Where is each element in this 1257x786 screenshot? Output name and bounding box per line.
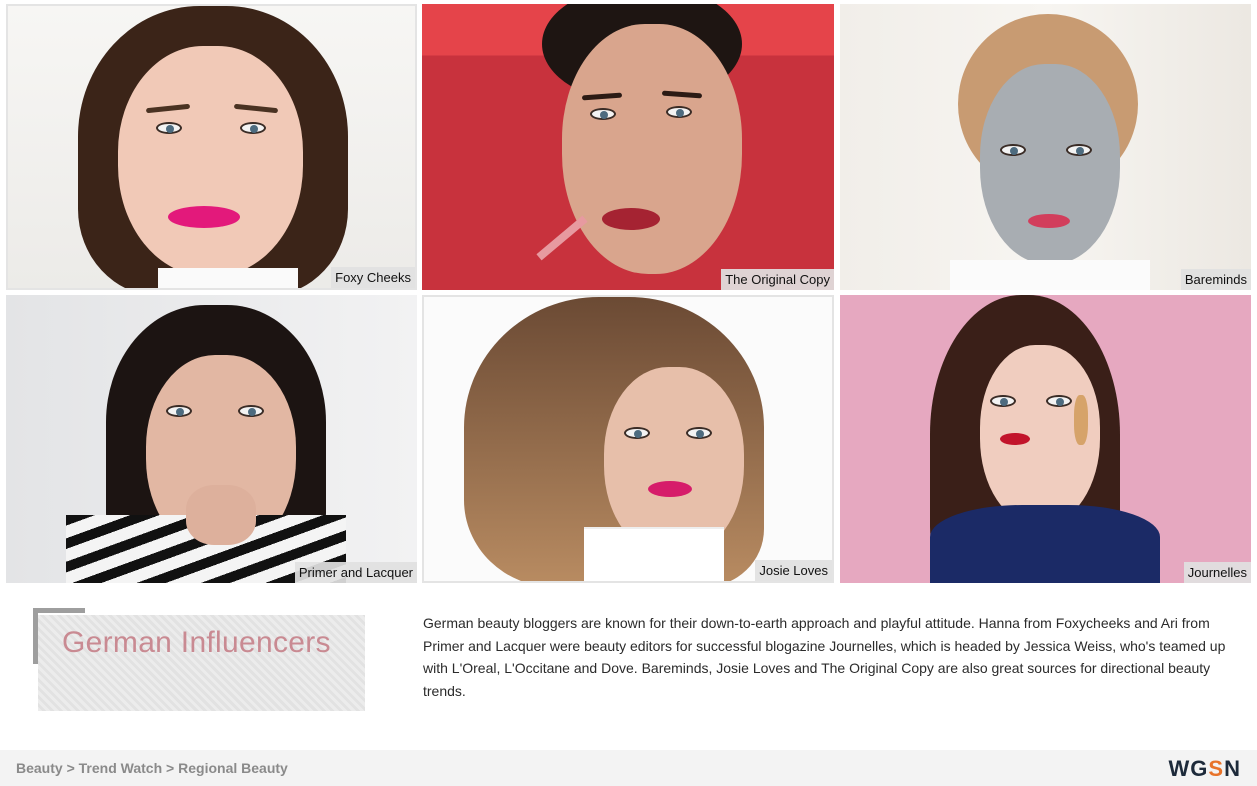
breadcrumb-beauty[interactable]: Beauty: [16, 760, 63, 776]
influencer-tile-bareminds[interactable]: Bareminds: [840, 4, 1251, 290]
influencer-caption: Foxy Cheeks: [331, 267, 415, 288]
breadcrumb-separator: >: [66, 760, 75, 776]
influencer-caption: Journelles: [1183, 562, 1251, 583]
influencer-photo: [840, 4, 1251, 290]
breadcrumb: Beauty > Trend Watch > Regional Beauty: [16, 760, 288, 776]
section-body: German beauty bloggers are known for the…: [423, 615, 1226, 699]
influencer-photo: [424, 297, 832, 581]
section-title: German Influencers: [62, 626, 331, 659]
influencer-caption: Josie Loves: [755, 560, 832, 581]
influencer-photo: [422, 4, 834, 290]
influencer-tile-foxy-cheeks[interactable]: Foxy Cheeks: [6, 4, 417, 290]
logo-text-part: N: [1224, 756, 1241, 781]
influencer-photo: [6, 295, 417, 583]
wgsn-logo[interactable]: WGSN: [1169, 756, 1241, 782]
influencer-caption: Bareminds: [1180, 269, 1251, 290]
breadcrumb-regional-beauty[interactable]: Regional Beauty: [178, 760, 288, 776]
influencer-tile-the-original-copy[interactable]: The Original Copy: [422, 4, 834, 290]
influencer-photo: [8, 6, 415, 288]
influencer-tile-primer-and-lacquer[interactable]: Primer and Lacquer: [6, 295, 417, 583]
logo-text-part: WG: [1168, 756, 1209, 781]
influencer-tile-journelles[interactable]: Journelles: [840, 295, 1251, 583]
influencer-grid: Foxy Cheeks The Original Copy Bareminds: [0, 0, 1257, 590]
influencer-caption: Primer and Lacquer: [294, 562, 417, 583]
influencer-tile-josie-loves[interactable]: Josie Loves: [422, 295, 834, 583]
footer: Beauty > Trend Watch > Regional Beauty W…: [0, 750, 1257, 786]
breadcrumb-separator: >: [166, 760, 175, 776]
breadcrumb-trend-watch[interactable]: Trend Watch: [79, 760, 163, 776]
logo-accent-letter: S: [1208, 756, 1225, 781]
influencer-caption: The Original Copy: [721, 269, 834, 290]
influencer-photo: [840, 295, 1251, 583]
